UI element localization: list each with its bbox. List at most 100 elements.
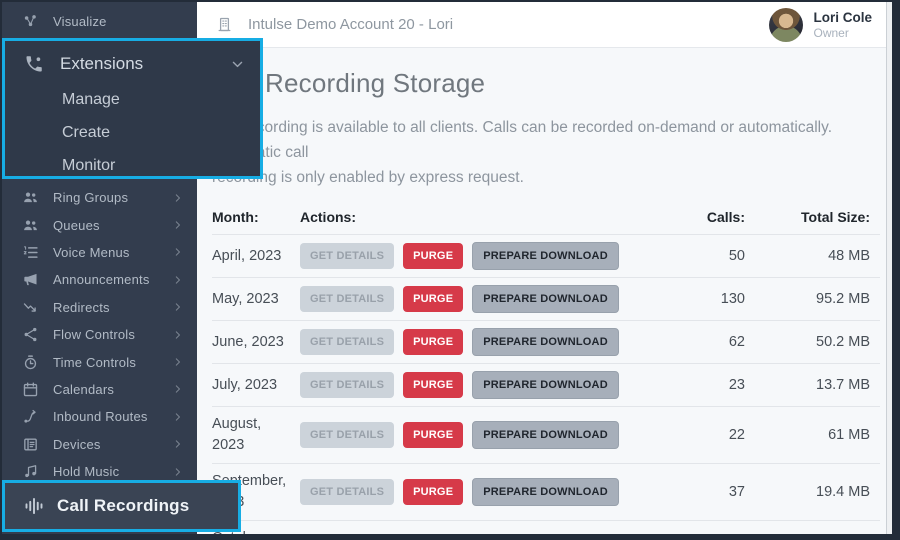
hold-music-icon: [22, 463, 39, 480]
actions-cell: GET DETAILS PURGE PREPARE DOWNLOAD: [300, 371, 650, 399]
app-window: Visualize Ring Groups Queues Voice Menus…: [0, 0, 900, 540]
scrollbar-track[interactable]: [886, 2, 892, 534]
table-row: August, 2023 GET DETAILS PURGE PREPARE D…: [212, 406, 880, 463]
purge-button[interactable]: PURGE: [403, 422, 463, 448]
sidebar-item-extensions[interactable]: Extensions: [5, 41, 260, 83]
table-header-row: Month: Actions: Calls: Total Size:: [212, 203, 880, 234]
sidebar-item-call-recordings[interactable]: Call Recordings: [2, 480, 241, 532]
purge-button[interactable]: PURGE: [403, 243, 463, 269]
sidebar-item-voice-menus[interactable]: Voice Menus: [2, 239, 197, 266]
calls-cell: 130: [650, 291, 745, 307]
ring-groups-icon: [22, 189, 39, 206]
get-details-button[interactable]: GET DETAILS: [300, 479, 394, 505]
sidebar-item-visualize[interactable]: Visualize: [2, 2, 197, 40]
table-row: July, 2023 GET DETAILS PURGE PREPARE DOW…: [212, 363, 880, 406]
time-controls-icon: [22, 354, 39, 371]
actions-cell: GET DETAILS PURGE PREPARE DOWNLOAD: [300, 242, 650, 270]
chevron-right-icon: [173, 275, 183, 285]
sidebar-item-flow-controls[interactable]: Flow Controls: [2, 321, 197, 348]
sidebar-item-label: Hold Music: [53, 464, 119, 479]
sidebar-item-label: Devices: [53, 437, 101, 452]
purge-button[interactable]: PURGE: [403, 479, 463, 505]
sidebar-item-label: Queues: [53, 218, 100, 233]
sidebar-item-label: Flow Controls: [53, 327, 135, 342]
chevron-right-icon: [173, 439, 183, 449]
get-details-button[interactable]: GET DETAILS: [300, 372, 394, 398]
chevron-right-icon: [173, 467, 183, 477]
prepare-download-button[interactable]: PREPARE DOWNLOAD: [472, 478, 619, 506]
devices-icon: [22, 436, 39, 453]
prepare-download-button[interactable]: PREPARE DOWNLOAD: [472, 242, 619, 270]
chevron-right-icon: [173, 193, 183, 203]
sidebar-item-label: Voice Menus: [53, 245, 130, 260]
calls-cell: 22: [650, 427, 745, 443]
table-row: June, 2023 GET DETAILS PURGE PREPARE DOW…: [212, 320, 880, 363]
storage-table: Month: Actions: Calls: Total Size: April…: [212, 203, 880, 540]
avatar: [769, 8, 803, 42]
sidebar-item-redirects[interactable]: Redirects: [2, 294, 197, 321]
month-cell: June, 2023: [212, 332, 294, 353]
purge-button[interactable]: PURGE: [403, 536, 463, 540]
total-size-cell: 95.2 MB: [745, 291, 880, 307]
month-cell: August, 2023: [212, 414, 294, 456]
sidebar-item-inbound-routes[interactable]: Inbound Routes: [2, 403, 197, 430]
header-actions: Actions:: [300, 209, 650, 225]
chevron-down-icon: [231, 58, 244, 71]
sidebar-item-announcements[interactable]: Announcements: [2, 266, 197, 293]
sidebar-item-ring-groups[interactable]: Ring Groups: [2, 184, 197, 211]
get-details-button[interactable]: GET DETAILS: [300, 422, 394, 448]
actions-cell: GET DETAILS PURGE PREPARE DOWNLOAD: [300, 328, 650, 356]
get-details-button[interactable]: GET DETAILS: [300, 243, 394, 269]
sidebar-item-devices[interactable]: Devices: [2, 431, 197, 458]
get-details-button[interactable]: GET DETAILS: [300, 286, 394, 312]
flow-controls-icon: [22, 326, 39, 343]
purge-button[interactable]: PURGE: [403, 329, 463, 355]
total-size-cell: 50.2 MB: [745, 334, 880, 350]
chevron-right-icon: [173, 357, 183, 367]
get-details-button[interactable]: GET DETAILS: [300, 536, 394, 540]
sidebar-item-time-controls[interactable]: Time Controls: [2, 348, 197, 375]
table-row: September, 2023 GET DETAILS PURGE PREPAR…: [212, 463, 880, 520]
announcements-icon: [22, 271, 39, 288]
month-cell: July, 2023: [212, 375, 294, 396]
sidebar-item-queues[interactable]: Queues: [2, 211, 197, 238]
topbar: Intulse Demo Account 20 - Lori Lori Cole…: [197, 2, 886, 48]
prepare-download-button[interactable]: PREPARE DOWNLOAD: [472, 371, 619, 399]
calendars-icon: [22, 381, 39, 398]
purge-button[interactable]: PURGE: [403, 286, 463, 312]
sidebar-subitem-label: Monitor: [62, 157, 115, 175]
actions-cell: GET DETAILS PURGE PREPARE DOWNLOAD: [300, 535, 650, 540]
user-name: Lori Cole: [813, 10, 872, 26]
chevron-right-icon: [173, 384, 183, 394]
sidebar-item-label: Inbound Routes: [53, 409, 148, 424]
redirects-icon: [22, 299, 39, 316]
prepare-download-button[interactable]: PREPARE DOWNLOAD: [472, 285, 619, 313]
total-size-cell: 19.4 MB: [745, 484, 880, 500]
chevron-right-icon: [173, 412, 183, 422]
chevron-right-icon: [173, 330, 183, 340]
sidebar-subitem-monitor[interactable]: Monitor: [5, 149, 260, 182]
calls-cell: 23: [650, 377, 745, 393]
sidebar-item-calendars[interactable]: Calendars: [2, 376, 197, 403]
sidebar-item-label: Call Recordings: [57, 496, 189, 516]
header-month: Month:: [212, 209, 300, 225]
chevron-right-icon: [173, 302, 183, 312]
prepare-download-button[interactable]: PREPARE DOWNLOAD: [472, 535, 619, 540]
user-menu[interactable]: Lori Cole Owner: [769, 8, 872, 42]
table-body: April, 2023 GET DETAILS PURGE PREPARE DO…: [212, 234, 880, 540]
sidebar-subitem-create[interactable]: Create: [5, 116, 260, 149]
actions-cell: GET DETAILS PURGE PREPARE DOWNLOAD: [300, 285, 650, 313]
description-line: Call recording is available to all clien…: [212, 115, 886, 165]
get-details-button[interactable]: GET DETAILS: [300, 329, 394, 355]
sidebar-subitem-manage[interactable]: Manage: [5, 83, 260, 116]
prepare-download-button[interactable]: PREPARE DOWNLOAD: [472, 328, 619, 356]
sidebar-item-label: Calendars: [53, 382, 114, 397]
actions-cell: GET DETAILS PURGE PREPARE DOWNLOAD: [300, 421, 650, 449]
voice-menus-icon: [22, 244, 39, 261]
purge-button[interactable]: PURGE: [403, 372, 463, 398]
calls-cell: 50: [650, 248, 745, 264]
sidebar-subitem-label: Create: [62, 124, 110, 142]
header-calls: Calls:: [650, 209, 745, 225]
month-cell: April, 2023: [212, 246, 294, 267]
prepare-download-button[interactable]: PREPARE DOWNLOAD: [472, 421, 619, 449]
